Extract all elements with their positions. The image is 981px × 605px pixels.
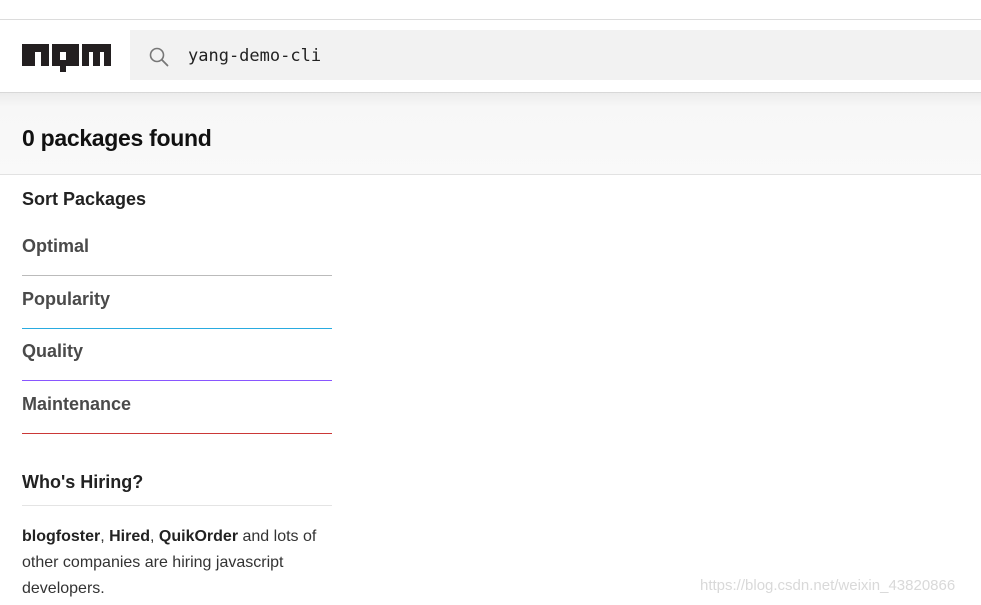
hiring-description: blogfoster, Hired, QuikOrder and lots of… [22,524,332,602]
whos-hiring-heading: Who's Hiring? [22,472,144,492]
npm-logo[interactable] [22,44,111,72]
sort-option-label: Optimal [22,236,90,256]
company-link-quikorder[interactable]: QuikOrder [159,528,238,545]
sort-option-label: Popularity [22,289,111,309]
results-count-heading: 0 packages found [22,125,212,151]
sort-option-optimal[interactable]: Optimal [22,236,332,276]
sort-option-popularity[interactable]: Popularity [22,289,332,329]
browser-top-strip [0,0,981,20]
sort-option-underline [22,328,332,329]
separator: , [150,528,159,545]
sort-option-maintenance[interactable]: Maintenance [22,394,332,434]
sort-option-quality[interactable]: Quality [22,341,332,381]
search-input[interactable] [186,30,950,82]
sort-option-underline [22,380,332,381]
company-link-hired[interactable]: Hired [109,528,150,545]
sort-option-label: Quality [22,341,84,361]
search-icon [149,47,169,67]
results-summary-bar: 0 packages found [0,92,981,175]
sort-packages-heading: Sort Packages [22,189,147,209]
company-link-blogfoster[interactable]: blogfoster [22,528,100,545]
sort-option-underline [22,433,332,434]
sort-option-label: Maintenance [22,394,132,414]
separator: , [100,528,110,545]
hiring-divider [22,505,332,506]
watermark: https://blog.csdn.net/weixin_43820866 [700,577,956,594]
search-bar[interactable] [130,30,981,82]
npm-logo-icon [22,44,111,72]
sort-option-underline [22,275,332,276]
